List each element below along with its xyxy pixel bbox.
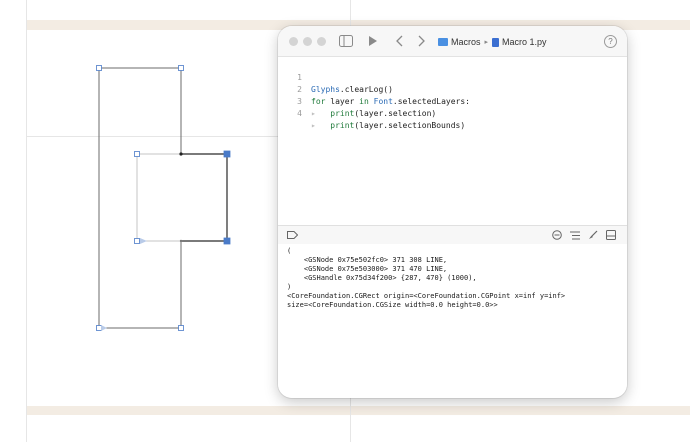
code-editor[interactable]: 1 Glyphs.clearLog() 2 for layer in Font.… xyxy=(278,57,627,253)
sidebar-toggle-icon[interactable] xyxy=(337,32,355,50)
node-point[interactable] xyxy=(96,65,102,71)
node-point[interactable] xyxy=(134,238,140,244)
console-line: <GSNode 0x75e503000> 371 470 LINE, xyxy=(287,265,448,273)
back-chevron-icon[interactable] xyxy=(391,32,409,50)
console-line: ( xyxy=(287,247,292,255)
folder-icon xyxy=(438,38,448,46)
list-icon[interactable] xyxy=(569,229,581,241)
zoom-window-button[interactable] xyxy=(317,37,326,46)
python-file-icon xyxy=(492,37,500,47)
console-line: <CoreFoundation.CGRect origin=<CoreFound… xyxy=(287,292,566,300)
console-toolbar xyxy=(278,225,627,245)
breadcrumb[interactable]: Macros ▸ Macro 1.py xyxy=(438,34,547,50)
macro-titlebar[interactable]: Macros ▸ Macro 1.py ? xyxy=(278,26,627,57)
start-arrow-icon xyxy=(101,325,107,331)
minimize-window-button[interactable] xyxy=(303,37,312,46)
macro-panel-window[interactable]: Macros ▸ Macro 1.py ? 1 Glyphs.clearLog(… xyxy=(278,26,627,398)
node-point[interactable] xyxy=(178,65,184,71)
code-text: ▸ print(layer.selectionBounds) xyxy=(311,121,466,130)
console-line: <GSNode 0x75e502fc0> 371 308 LINE, xyxy=(287,256,448,264)
selected-node[interactable] xyxy=(223,150,231,158)
line-number: 4 xyxy=(297,109,302,118)
split-view-icon[interactable] xyxy=(605,229,617,241)
console-line: size=<CoreFoundation.CGSize width=0.0 he… xyxy=(287,301,498,309)
code-line: 3 ▸ print(layer.selection) xyxy=(278,84,627,118)
console-output[interactable]: ( <GSNode 0x75e502fc0> 371 308 LINE, <GS… xyxy=(278,244,627,398)
node-point[interactable] xyxy=(178,325,184,331)
code-line: 2 for layer in Font.selectedLayers: xyxy=(278,72,627,106)
breadcrumb-file[interactable]: Macro 1.py xyxy=(502,37,547,47)
code-token: print xyxy=(330,121,355,130)
close-window-button[interactable] xyxy=(289,37,298,46)
primary-path xyxy=(98,67,228,329)
node-point[interactable] xyxy=(134,151,140,157)
code-line: 4 ▸ print(layer.selectionBounds) xyxy=(278,96,627,130)
tag-icon[interactable] xyxy=(286,229,298,241)
node-point[interactable] xyxy=(96,325,102,331)
secondary-path xyxy=(136,153,181,242)
selected-node[interactable] xyxy=(223,237,231,245)
selected-segment xyxy=(181,153,228,242)
code-token: print xyxy=(330,109,355,118)
help-button[interactable]: ? xyxy=(604,35,617,48)
breadcrumb-chevron-icon: ▸ xyxy=(484,39,489,46)
smooth-node[interactable] xyxy=(179,152,183,156)
forward-chevron-icon[interactable] xyxy=(412,32,430,50)
code-text: ▸ print(layer.selection) xyxy=(311,109,437,118)
corner-node[interactable] xyxy=(179,239,183,243)
clear-icon[interactable] xyxy=(551,229,563,241)
run-play-icon[interactable] xyxy=(364,32,382,50)
breadcrumb-folder[interactable]: Macros xyxy=(451,37,481,47)
console-line: <GSHandle 0x75d34f200> {287, 470} (1000)… xyxy=(287,274,477,282)
start-arrow-icon xyxy=(140,238,147,244)
code-line: 1 Glyphs.clearLog() xyxy=(278,60,627,94)
console-line: ) xyxy=(287,283,292,291)
brush-icon[interactable] xyxy=(587,229,599,241)
